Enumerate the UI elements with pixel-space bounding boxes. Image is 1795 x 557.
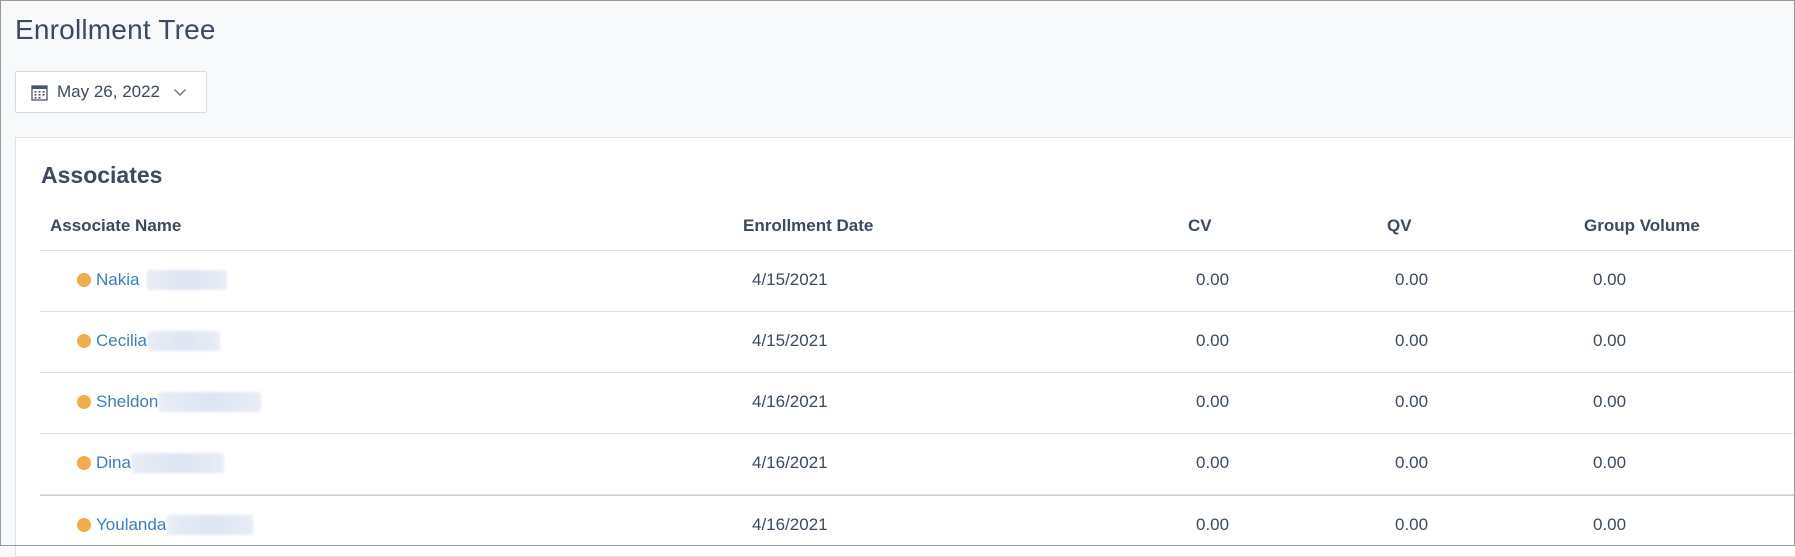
redacted-surname [131,453,224,473]
group-volume-cell: 0.00 [1593,331,1627,350]
status-dot-icon [77,456,91,470]
group-volume-cell: 0.00 [1593,453,1627,472]
cv-cell: 0.00 [1196,515,1230,534]
qv-cell: 0.00 [1395,453,1429,472]
table-row: Nakia 4/15/2021 0.00 0.00 0.00 [40,251,1795,312]
cv-cell: 0.00 [1196,392,1230,411]
group-volume-cell: 0.00 [1593,270,1627,289]
associate-name-link[interactable]: Nakia [96,270,139,290]
associates-panel: Associates Associate Name Enrollment Dat… [15,137,1795,557]
enrollment-date-cell: 4/16/2021 [752,453,828,472]
table-row: Dina 4/16/2021 0.00 0.00 0.00 [40,434,1795,495]
group-volume-cell: 0.00 [1593,515,1627,534]
qv-cell: 0.00 [1395,515,1429,534]
enrollment-date-cell: 4/16/2021 [752,392,828,411]
column-header-qv[interactable]: QV [1387,216,1412,236]
status-dot-icon [77,273,91,287]
redacted-surname [159,392,262,412]
page-title: Enrollment Tree [15,14,216,45]
enrollment-date-cell: 4/16/2021 [752,515,828,534]
associate-name-cell: Nakia [77,270,228,290]
associate-name-link[interactable]: Youlanda [96,515,166,535]
date-picker[interactable]: May 26, 2022 [15,71,207,113]
calendar-icon [31,84,48,101]
chevron-down-icon [174,89,187,96]
table-row: Cecilia 4/15/2021 0.00 0.00 0.00 [40,312,1795,373]
status-dot-icon [77,395,91,409]
associates-table: Associate Name Enrollment Date CV QV Gro… [40,198,1795,557]
enrollment-date-cell: 4/15/2021 [752,270,828,289]
section-title: Associates [41,162,163,188]
redacted-surname [147,270,228,290]
qv-cell: 0.00 [1395,392,1429,411]
group-volume-cell: 0.00 [1593,392,1627,411]
qv-cell: 0.00 [1395,331,1429,350]
associate-name-cell: Youlanda [77,515,254,535]
cv-cell: 0.00 [1196,331,1230,350]
table-header: Associate Name Enrollment Date CV QV Gro… [40,198,1795,251]
date-picker-value: May 26, 2022 [57,82,161,101]
cv-cell: 0.00 [1196,453,1230,472]
column-header-enrollment-date[interactable]: Enrollment Date [743,216,873,236]
qv-cell: 0.00 [1395,270,1429,289]
redacted-surname [148,331,221,351]
table-row: Youlanda 4/16/2021 0.00 0.00 0.00 [40,495,1795,557]
enrollment-date-cell: 4/15/2021 [752,331,828,350]
table-row: Sheldon 4/16/2021 0.00 0.00 0.00 [40,373,1795,434]
status-dot-icon [77,518,91,532]
redacted-surname [167,515,254,535]
column-header-cv[interactable]: CV [1188,216,1212,236]
associate-name-cell: Dina [77,453,224,473]
column-header-associate-name[interactable]: Associate Name [50,216,181,236]
cv-cell: 0.00 [1196,270,1230,289]
associate-name-link[interactable]: Sheldon [96,392,158,412]
column-header-group-volume[interactable]: Group Volume [1584,216,1700,236]
associate-name-cell: Cecilia [77,331,221,351]
associate-name-cell: Sheldon [77,392,262,412]
status-dot-icon [77,334,91,348]
associate-name-link[interactable]: Dina [96,453,131,473]
associate-name-link[interactable]: Cecilia [96,331,147,351]
